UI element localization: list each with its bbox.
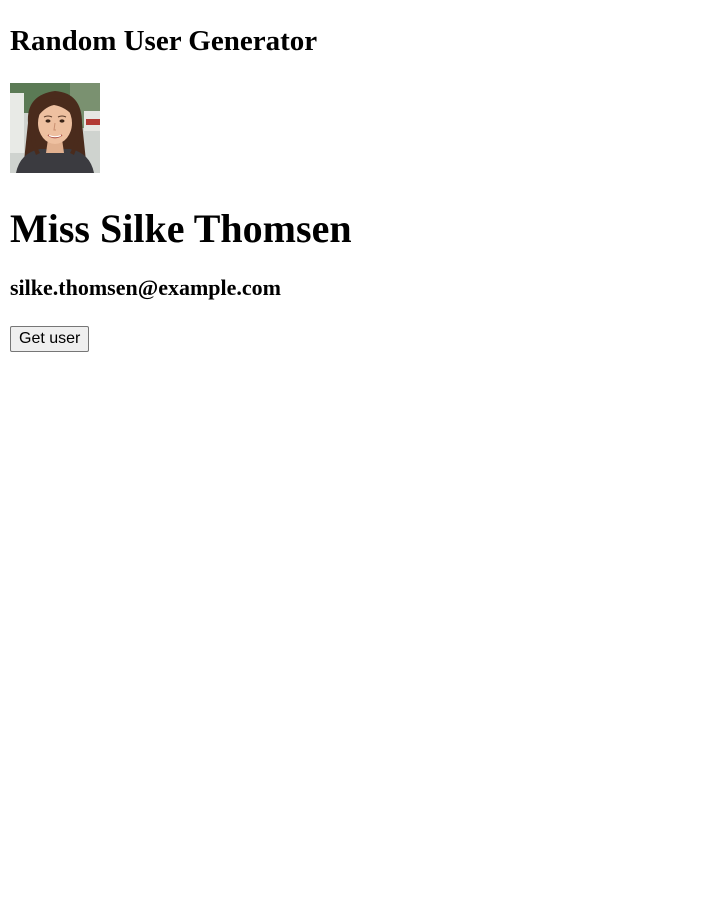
page-title: Random User Generator (10, 25, 318, 57)
user-avatar (10, 83, 100, 173)
random-user-app: Random User Generator Miss Silke Thomsen… (0, 0, 719, 352)
user-email: silke.thomsen@example.com (10, 275, 281, 300)
avatar-photo (10, 83, 100, 173)
get-user-button[interactable]: Get user (10, 326, 90, 352)
user-name: Miss Silke Thomsen (10, 206, 352, 251)
